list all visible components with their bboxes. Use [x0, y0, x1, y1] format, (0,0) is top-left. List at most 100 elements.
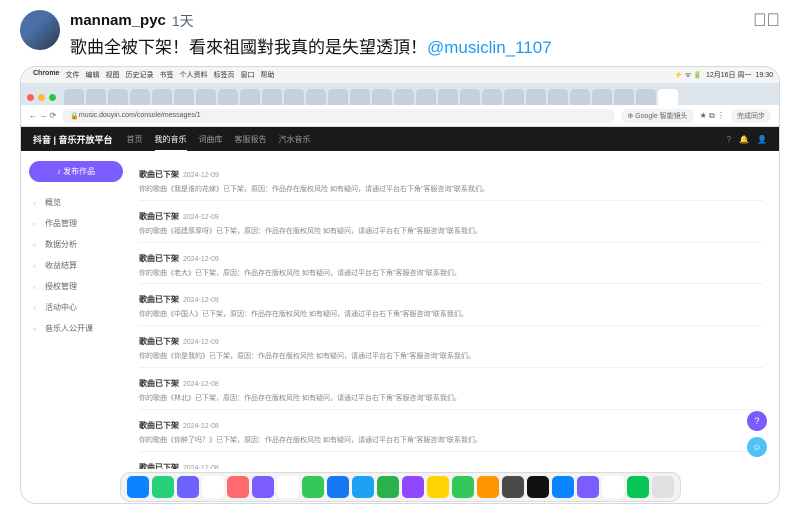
- browser-tab[interactable]: [504, 89, 524, 105]
- browser-tab[interactable]: [658, 89, 678, 105]
- browser-tab[interactable]: [482, 89, 502, 105]
- mention-link[interactable]: @musiclin_1107: [427, 38, 552, 57]
- dock-app-icon[interactable]: [527, 476, 549, 498]
- dock-app-icon[interactable]: [602, 476, 624, 498]
- nav-tab[interactable]: 汽水音乐: [279, 134, 311, 145]
- browser-tab[interactable]: [372, 89, 392, 105]
- browser-tab[interactable]: [86, 89, 106, 105]
- message-item[interactable]: 歌曲已下架2024-12-09你的歌曲《中国人》已下架，原因：作品存在版权风险 …: [139, 284, 763, 326]
- browser-tab[interactable]: [218, 89, 238, 105]
- dock-app-icon[interactable]: [202, 476, 224, 498]
- nav-tab[interactable]: 首页: [127, 134, 143, 145]
- menubar-item[interactable]: 视图: [105, 70, 119, 80]
- help-icon[interactable]: ?: [727, 135, 731, 144]
- dock-app-icon[interactable]: [477, 476, 499, 498]
- message-item[interactable]: 歌曲已下架2024-12-09你的歌曲《福建厚厚呀》已下架，原因：作品存在版权风…: [139, 201, 763, 243]
- dock-app-icon[interactable]: [402, 476, 424, 498]
- sidebar-item[interactable]: ▫收益结算: [29, 255, 123, 276]
- username[interactable]: mannam_pyc: [70, 12, 166, 29]
- edit-icon[interactable]: ✎⃝: [753, 10, 780, 31]
- browser-tab[interactable]: [196, 89, 216, 105]
- dock-app-icon[interactable]: [377, 476, 399, 498]
- url-bar[interactable]: 🔒 music.douyin.com/console/messages/1: [62, 109, 615, 123]
- menubar-item[interactable]: 书签: [159, 70, 173, 80]
- menubar-item[interactable]: 编辑: [85, 70, 99, 80]
- browser-tab[interactable]: [350, 89, 370, 105]
- browser-tab[interactable]: [526, 89, 546, 105]
- sidebar-item[interactable]: ▫授权管理: [29, 276, 123, 297]
- support-float-button[interactable]: ☺: [747, 437, 767, 457]
- browser-tab[interactable]: [174, 89, 194, 105]
- sidebar-item[interactable]: ▫数据分析: [29, 234, 123, 255]
- nav-tab[interactable]: 我的音乐: [155, 134, 187, 145]
- browser-tab[interactable]: [108, 89, 128, 105]
- menubar-item[interactable]: 历史记录: [125, 70, 153, 80]
- browser-tab[interactable]: [592, 89, 612, 105]
- message-item[interactable]: 歌曲已下架2024-12-08你的歌曲《你醉了吗？》已下架，原因：作品存在版权风…: [139, 410, 763, 452]
- dock-app-icon[interactable]: [152, 476, 174, 498]
- dock-app-icon[interactable]: [352, 476, 374, 498]
- nav-tab[interactable]: 词曲库: [199, 134, 223, 145]
- bell-icon[interactable]: 🔔: [739, 135, 749, 144]
- user-avatar[interactable]: 👤: [757, 135, 767, 144]
- dock-app-icon[interactable]: [327, 476, 349, 498]
- message-item[interactable]: 歌曲已下架2024-12-09你的歌曲《老大》已下架，原因：作品存在版权风险 如…: [139, 243, 763, 285]
- browser-tab[interactable]: [64, 89, 84, 105]
- dock-app-icon[interactable]: [277, 476, 299, 498]
- menubar-item[interactable]: 帮助: [260, 70, 274, 80]
- sidebar-item[interactable]: ▫活动中心: [29, 297, 123, 318]
- browser-tab[interactable]: [636, 89, 656, 105]
- sidebar-item[interactable]: ▫作品管理: [29, 213, 123, 234]
- message-item[interactable]: 歌曲已下架2024-12-09你的歌曲《你是我的》已下架，原因：作品存在版权风险…: [139, 326, 763, 368]
- dock-app-icon[interactable]: [427, 476, 449, 498]
- help-float-button[interactable]: ?: [747, 411, 767, 431]
- traffic-lights[interactable]: [27, 94, 56, 101]
- nav-buttons[interactable]: ← → ⟳: [29, 111, 56, 120]
- app-logo[interactable]: 抖音 | 音乐开放平台: [33, 133, 113, 146]
- browser-tab[interactable]: [284, 89, 304, 105]
- menubar-item[interactable]: 标签页: [213, 70, 234, 80]
- dock-app-icon[interactable]: [502, 476, 524, 498]
- msg-date: 2024-12-09: [183, 297, 219, 304]
- message-item[interactable]: 歌曲已下架2024-12-09你的歌曲《我是谁的花嫁》已下架，原因：作品存在版权…: [139, 159, 763, 201]
- browser-tab[interactable]: [416, 89, 436, 105]
- browser-tab[interactable]: [394, 89, 414, 105]
- ext-icons[interactable]: ★ ⧉ ⋮: [700, 111, 725, 121]
- msg-title: 歌曲已下架: [139, 212, 179, 221]
- dock-app-icon[interactable]: [302, 476, 324, 498]
- browser-tab[interactable]: [460, 89, 480, 105]
- dock-app-icon[interactable]: [552, 476, 574, 498]
- browser-tab[interactable]: [614, 89, 634, 105]
- publish-button[interactable]: ♪ 发布作品: [29, 161, 123, 182]
- nav-tab[interactable]: 客服报告: [235, 134, 267, 145]
- dock-app-icon[interactable]: [627, 476, 649, 498]
- browser-tab[interactable]: [262, 89, 282, 105]
- message-item[interactable]: 歌曲已下架2024-12-08你的歌曲《奔跑了》已下架，原因：作品存在版权风险 …: [139, 452, 763, 469]
- browser-tab[interactable]: [548, 89, 568, 105]
- dock-app-icon[interactable]: [227, 476, 249, 498]
- dock-app-icon[interactable]: [452, 476, 474, 498]
- sidebar-item[interactable]: ▫音乐人公开课: [29, 318, 123, 339]
- dock-app-icon[interactable]: [177, 476, 199, 498]
- message-item[interactable]: 歌曲已下架2024-12-08你的歌曲《林北》已下架，原因：作品存在版权风险 如…: [139, 368, 763, 410]
- browser-tab[interactable]: [152, 89, 172, 105]
- dock-app-icon[interactable]: [252, 476, 274, 498]
- dock-app-icon[interactable]: [652, 476, 674, 498]
- browser-tab[interactable]: [306, 89, 326, 105]
- menubar-item[interactable]: Chrome: [33, 70, 59, 80]
- browser-tab[interactable]: [240, 89, 260, 105]
- menubar-item[interactable]: 个人资料: [179, 70, 207, 80]
- dock-app-icon[interactable]: [577, 476, 599, 498]
- dock-app-icon[interactable]: [127, 476, 149, 498]
- browser-tab[interactable]: [438, 89, 458, 105]
- sync-button[interactable]: 完成同步: [731, 109, 771, 123]
- menubar-icons[interactable]: ⚡ ᯤ 🔋: [674, 71, 702, 80]
- browser-tab[interactable]: [328, 89, 348, 105]
- browser-tab[interactable]: [570, 89, 590, 105]
- sidebar-item[interactable]: ▫概览: [29, 192, 123, 213]
- lens-button[interactable]: ⊕ Google 智能镜头: [621, 109, 693, 123]
- menubar-item[interactable]: 窗口: [240, 70, 254, 80]
- avatar[interactable]: [20, 10, 60, 50]
- menubar-item[interactable]: 文件: [65, 70, 79, 80]
- browser-tab[interactable]: [130, 89, 150, 105]
